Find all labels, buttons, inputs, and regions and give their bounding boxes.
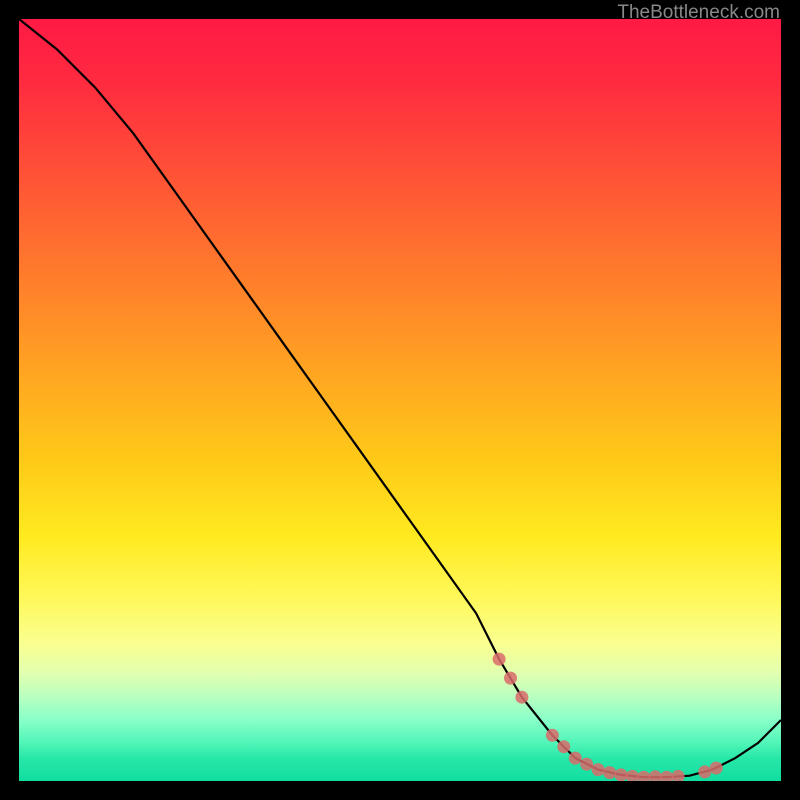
curve-line-group: [19, 19, 781, 777]
marker-point: [615, 768, 628, 781]
attribution-text: TheBottleneck.com: [617, 2, 780, 24]
marker-point: [515, 691, 528, 704]
marker-point: [637, 771, 650, 781]
plot-area: [19, 19, 781, 781]
marker-group: [493, 653, 723, 781]
marker-point: [672, 770, 685, 781]
marker-point: [546, 729, 559, 742]
marker-point: [649, 770, 662, 781]
bottleneck-curve: [19, 19, 781, 777]
marker-point: [710, 762, 723, 775]
chart-container: TheBottleneck.com: [0, 0, 800, 800]
marker-point: [580, 758, 593, 771]
curve-svg: [19, 19, 781, 781]
marker-point: [493, 653, 506, 666]
marker-point: [557, 740, 570, 753]
marker-point: [698, 765, 711, 778]
marker-point: [592, 763, 605, 776]
marker-point: [504, 672, 517, 685]
marker-point: [569, 752, 582, 765]
marker-point: [660, 771, 673, 781]
marker-point: [626, 770, 639, 781]
marker-point: [603, 766, 616, 779]
